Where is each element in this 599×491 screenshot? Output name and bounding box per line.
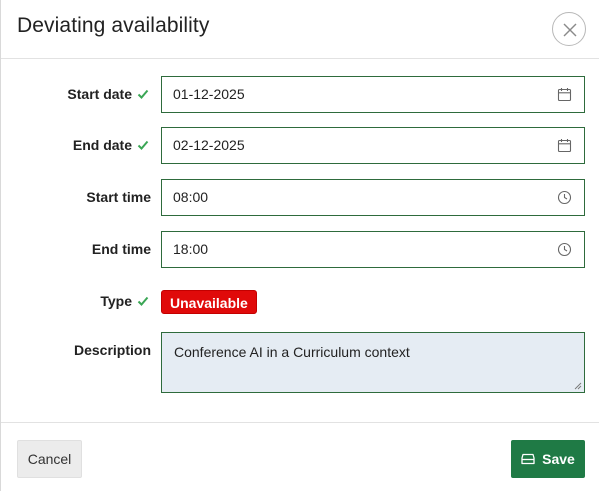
- calendar-icon[interactable]: [557, 138, 572, 153]
- resize-handle-icon[interactable]: [574, 382, 582, 390]
- start-date-input[interactable]: [173, 86, 553, 102]
- calendar-icon[interactable]: [557, 87, 572, 102]
- description-label: Description: [74, 342, 151, 358]
- type-label: Type: [100, 293, 149, 309]
- start-date-field[interactable]: [161, 76, 585, 113]
- start-date-label: Start date: [67, 86, 149, 102]
- end-date-input[interactable]: [173, 137, 553, 153]
- cancel-button[interactable]: Cancel: [17, 440, 82, 478]
- dialog-header: Deviating availability: [1, 0, 599, 59]
- start-time-input[interactable]: [173, 189, 553, 205]
- description-label-text: Description: [73, 342, 151, 358]
- type-label-text: Type: [100, 293, 132, 309]
- save-button-label: Save: [542, 451, 575, 467]
- save-icon: [521, 453, 535, 465]
- save-button[interactable]: Save: [511, 440, 585, 478]
- dialog-title: Deviating availability: [17, 14, 210, 37]
- start-date-label-text: Start date: [67, 86, 132, 102]
- dialog-footer: Cancel Save: [1, 422, 599, 491]
- description-textarea[interactable]: Conference AI in a Curriculum context: [161, 332, 585, 393]
- start-time-label: Start time: [86, 189, 151, 205]
- check-icon: [137, 140, 149, 150]
- check-icon: [137, 296, 149, 306]
- availability-dialog: Deviating availability Start date End: [0, 0, 599, 491]
- clock-icon[interactable]: [557, 242, 572, 257]
- check-icon: [137, 89, 149, 99]
- end-date-label: End date: [73, 137, 149, 153]
- description-text[interactable]: Conference AI in a Curriculum context: [174, 344, 410, 360]
- end-time-label: End time: [92, 241, 151, 257]
- type-badge[interactable]: Unavailable: [161, 290, 257, 314]
- end-date-field[interactable]: [161, 127, 585, 164]
- start-time-label-text: Start time: [86, 189, 151, 205]
- end-date-label-text: End date: [72, 137, 132, 153]
- close-icon: [563, 23, 577, 37]
- end-time-input[interactable]: [173, 241, 553, 257]
- close-button[interactable]: [552, 12, 586, 46]
- clock-icon[interactable]: [557, 190, 572, 205]
- end-time-label-text: End time: [91, 241, 151, 257]
- start-time-field[interactable]: [161, 179, 585, 216]
- end-time-field[interactable]: [161, 231, 585, 268]
